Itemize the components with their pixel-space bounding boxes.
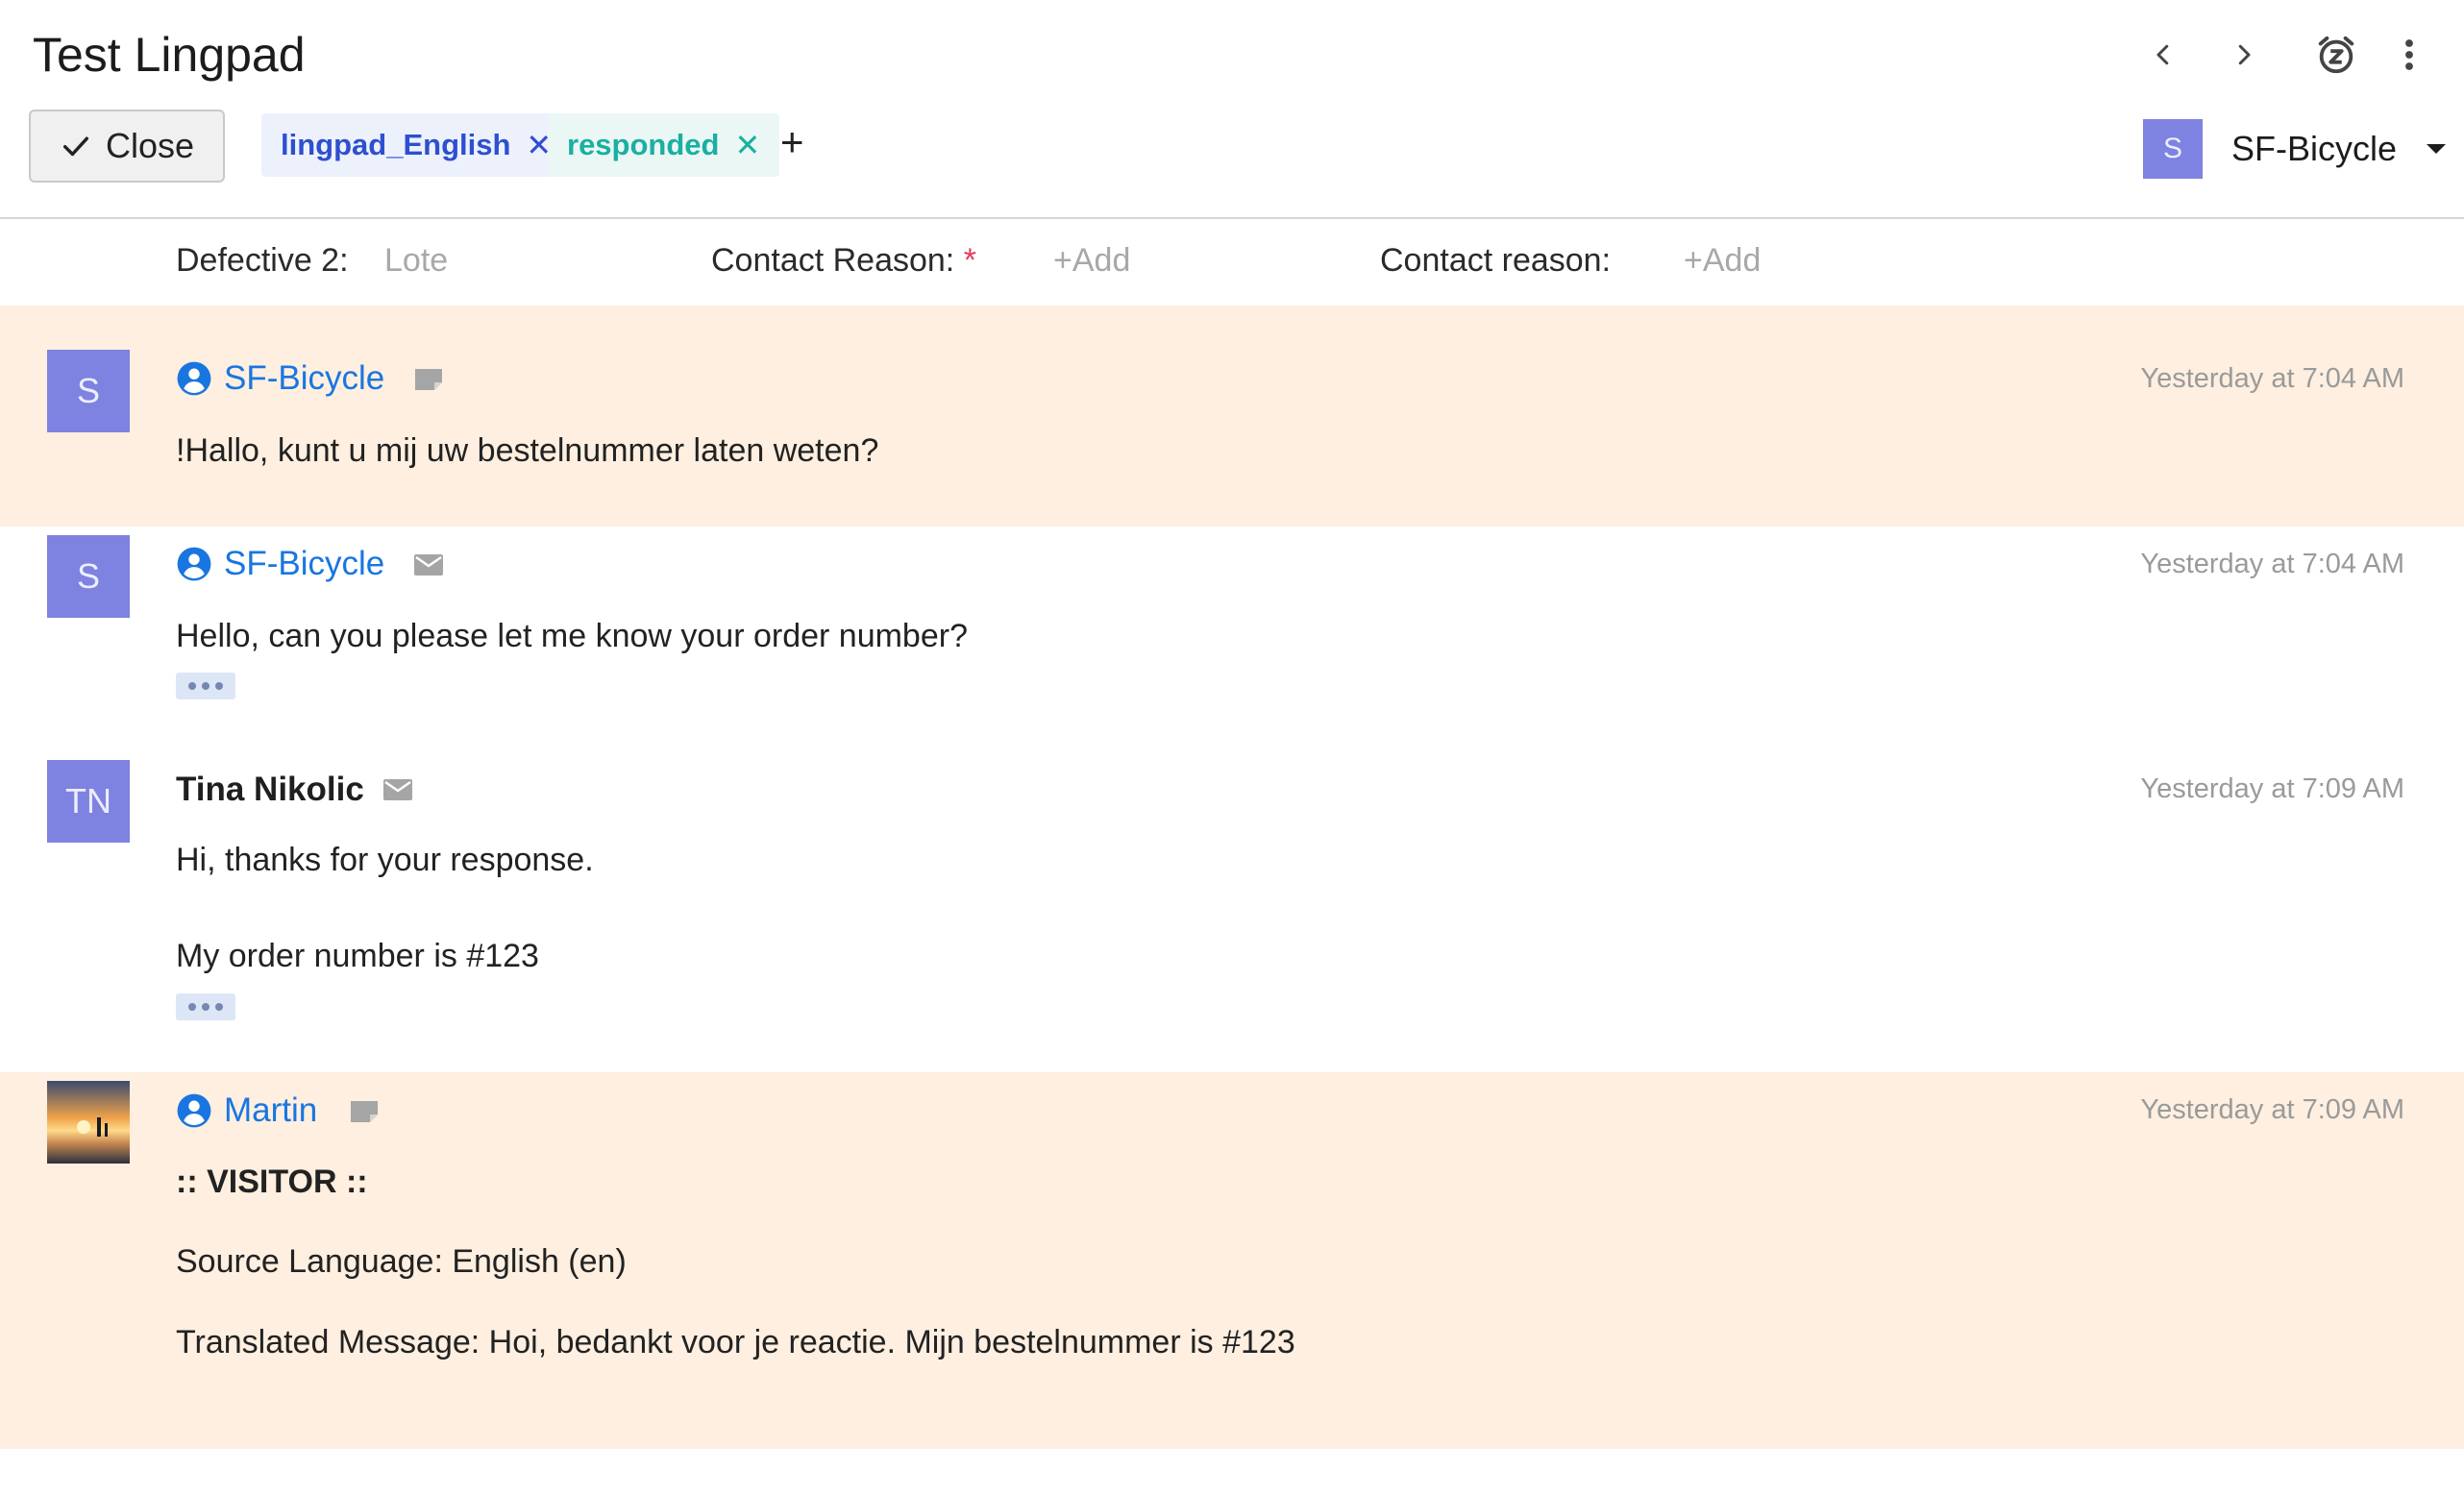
message-body: Hello, can you please let me know your o…: [176, 618, 968, 654]
message-heading: :: VISITOR ::: [176, 1164, 368, 1200]
defective-field-label: Defective 2:: [176, 242, 349, 279]
show-quoted-text-button[interactable]: [176, 993, 235, 1020]
note-icon: [351, 1101, 378, 1122]
message-sender: Tina Nikolic: [176, 771, 364, 809]
snooze-button[interactable]: [2303, 21, 2370, 88]
note-icon: [415, 369, 442, 390]
message-timestamp: Yesterday at 7:09 AM: [2140, 773, 2404, 804]
avatar: TN: [47, 760, 130, 843]
message-note-bg: [0, 306, 2464, 527]
team-selector[interactable]: S SF-Bicycle: [2143, 119, 2447, 179]
team-avatar: S: [2143, 119, 2203, 179]
tag-label: lingpad_English: [281, 128, 511, 161]
more-vertical-icon: [2405, 39, 2413, 70]
add-tag-button[interactable]: +: [780, 119, 804, 165]
sender-name: SF-Bicycle: [224, 359, 385, 397]
remove-tag-icon[interactable]: ✕: [734, 127, 760, 163]
team-name: SF-Bicycle: [2231, 129, 2398, 168]
message-body-line: Translated Message: Hoi, bedankt voor je…: [176, 1324, 1295, 1360]
message-sender[interactable]: SF-Bicycle: [176, 545, 384, 583]
mail-icon: [383, 779, 412, 800]
check-icon: [62, 136, 89, 157]
contact-reason-2-field-label: Contact reason:: [1380, 242, 1612, 279]
avatar: S: [47, 350, 130, 432]
user-circle-icon: [177, 1093, 211, 1128]
mail-icon: [414, 554, 443, 576]
show-quoted-text-button[interactable]: [176, 673, 235, 699]
message-timestamp: Yesterday at 7:04 AM: [2140, 363, 2404, 394]
contact-reason-field-label: Contact Reason: *: [711, 242, 976, 280]
defective-field-input[interactable]: Lote: [384, 242, 448, 280]
chevron-right-icon: [2238, 44, 2251, 65]
user-circle-icon: [177, 547, 211, 581]
sender-name: Tina Nikolic: [176, 771, 364, 808]
message-body: !Hallo, kunt u mij uw bestelnummer laten…: [176, 432, 879, 469]
message-sender[interactable]: Martin: [176, 1091, 317, 1130]
tag-responded[interactable]: responded ✕: [548, 113, 780, 177]
user-circle-icon: [177, 361, 211, 396]
message-timestamp: Yesterday at 7:04 AM: [2140, 549, 2404, 579]
tag-lingpad-english[interactable]: lingpad_English ✕: [261, 113, 572, 177]
contact-reason-add-button[interactable]: +Add: [1053, 242, 1130, 280]
close-conversation-button[interactable]: Close: [29, 110, 225, 183]
chevron-left-icon: [2156, 44, 2169, 65]
required-marker: *: [963, 242, 976, 279]
message-timestamp: Yesterday at 7:09 AM: [2140, 1094, 2404, 1125]
message-sender[interactable]: SF-Bicycle: [176, 359, 384, 398]
avatar: S: [47, 535, 130, 618]
more-options-button[interactable]: [2376, 21, 2443, 88]
avatar-photo: [47, 1081, 130, 1164]
tag-label: responded: [567, 128, 720, 161]
close-button-label: Close: [105, 126, 195, 165]
message-body-line: Source Language: English (en): [176, 1243, 627, 1280]
contact-reason-label-text: Contact Reason:: [711, 242, 955, 279]
previous-conversation-button[interactable]: [2130, 21, 2197, 88]
snooze-alarm-icon: [2318, 36, 2354, 74]
caret-down-icon: [2427, 144, 2447, 154]
message-body-line: Hi, thanks for your response.: [176, 842, 594, 878]
sender-name: Martin: [224, 1091, 318, 1129]
contact-reason-2-add-button[interactable]: +Add: [1684, 242, 1761, 280]
page-title: Test Lingpad: [33, 28, 306, 82]
conversation-fields-bar: [0, 219, 2464, 306]
message-body-line: My order number is #123: [176, 938, 539, 974]
next-conversation-button[interactable]: [2210, 21, 2278, 88]
sender-name: SF-Bicycle: [224, 545, 385, 582]
